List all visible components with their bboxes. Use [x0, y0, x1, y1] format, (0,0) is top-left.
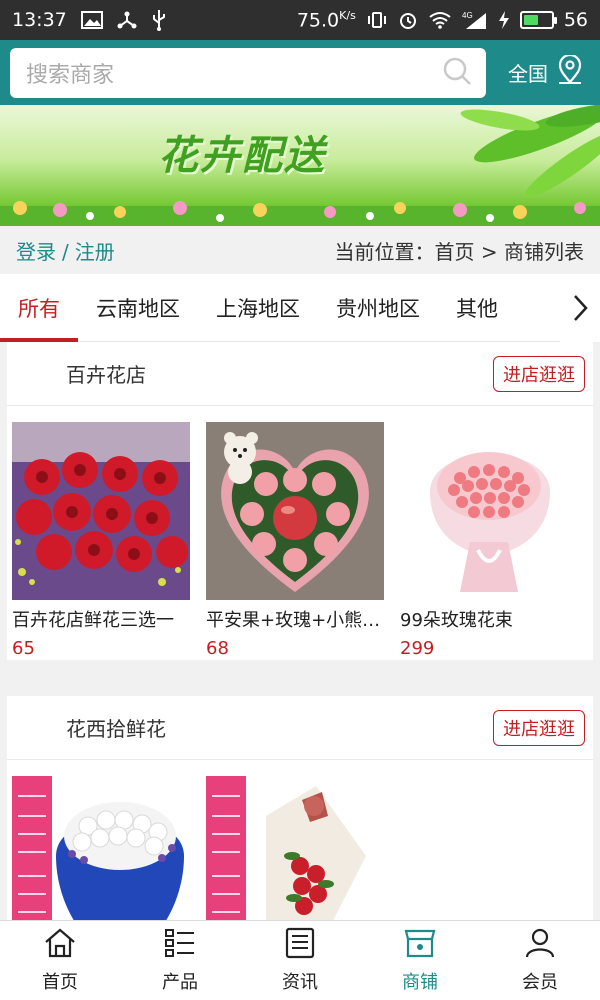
shop-card: 花西拾鲜花 进店逛逛	[7, 696, 593, 920]
product-image-red-roses[interactable]	[12, 422, 190, 600]
usb-icon	[151, 9, 167, 31]
battery-level: 56	[563, 8, 588, 31]
alarm-icon	[398, 10, 418, 30]
login-link[interactable]: 登录	[16, 240, 56, 264]
battery-icon	[519, 10, 557, 29]
region-selector[interactable]: 全国	[508, 53, 590, 90]
breadcrumb-row: 登录 / 注册 当前位置：首页 > 商铺列表	[0, 226, 600, 274]
tab-guizhou[interactable]: 贵州地区	[318, 274, 438, 342]
flowers-decoration	[0, 201, 600, 226]
shop-icon	[403, 927, 437, 964]
location-pin-icon	[556, 53, 584, 90]
bottom-nav: 首页 产品 资讯 商铺 会员	[0, 920, 600, 1000]
product-card[interactable]: 百卉花店鲜花三选一 65	[12, 422, 190, 659]
nav-member-label: 会员	[522, 972, 558, 993]
product-price: 65	[12, 638, 35, 659]
product-price: 299	[400, 638, 435, 659]
product-row: 百卉花店鲜花三选一 65 平安果+玫瑰+小熊… 68 99朵玫瑰花束 299	[7, 406, 593, 659]
product-name[interactable]: 平安果+玫瑰+小熊…	[206, 606, 384, 632]
clock: 13:37	[12, 9, 67, 31]
nav-products[interactable]: 产品	[120, 921, 240, 1000]
auth-separator: /	[62, 239, 69, 264]
nav-news-label: 资讯	[282, 972, 318, 993]
nav-products-label: 产品	[162, 972, 198, 993]
charging-icon	[498, 10, 510, 30]
nav-home-label: 首页	[42, 972, 78, 993]
product-name[interactable]: 99朵玫瑰花束	[400, 606, 578, 632]
chevron-right-icon[interactable]	[560, 274, 600, 342]
auth-links: 登录 / 注册	[16, 236, 115, 265]
shop-header: 百卉花店 进店逛逛	[7, 342, 593, 406]
product-image-boxed-roses[interactable]	[206, 776, 384, 920]
search-placeholder: 搜索商家	[26, 62, 115, 88]
banner-title: 花卉配送	[158, 132, 326, 179]
product-image-rose-bouquet[interactable]	[400, 422, 578, 600]
product-row	[7, 760, 593, 920]
visit-shop-button[interactable]: 进店逛逛	[493, 355, 585, 392]
user-icon	[523, 927, 557, 964]
news-icon	[283, 927, 317, 964]
product-image-white-roses[interactable]	[12, 776, 190, 920]
search-icon[interactable]	[442, 56, 472, 90]
product-image-heart-box[interactable]	[206, 422, 384, 600]
nav-member[interactable]: 会员	[480, 921, 600, 1000]
shop-list: 百卉花店 进店逛逛 百卉花店鲜花三选一 65 平安果+玫瑰+小熊… 68 99朵…	[0, 342, 600, 920]
share-icon	[117, 10, 137, 30]
nav-shops[interactable]: 商铺	[360, 921, 480, 1000]
product-card[interactable]: 99朵玫瑰花束 299	[400, 422, 578, 659]
tab-all[interactable]: 所有	[0, 274, 78, 342]
breadcrumb: 当前位置：首页 > 商铺列表	[334, 239, 584, 264]
network-speed: 75.0K/s	[296, 8, 356, 32]
search-input[interactable]: 搜索商家	[10, 47, 486, 98]
shop-name[interactable]: 百卉花店	[66, 359, 146, 388]
signal-icon: 4G	[462, 10, 488, 30]
nav-news[interactable]: 资讯	[240, 921, 360, 1000]
svg-text:4G: 4G	[462, 11, 473, 20]
product-card[interactable]	[206, 776, 384, 920]
shop-header: 花西拾鲜花 进店逛逛	[7, 696, 593, 760]
vibrate-icon	[366, 11, 388, 29]
home-icon	[43, 927, 77, 964]
wifi-icon	[428, 11, 452, 29]
status-bar: 13:37 75.0K/s 4G 56	[0, 0, 600, 40]
region-tabs: 所有 云南地区 上海地区 贵州地区 其他	[0, 274, 600, 342]
tab-other[interactable]: 其他	[438, 274, 516, 342]
nav-home[interactable]: 首页	[0, 921, 120, 1000]
visit-shop-button[interactable]: 进店逛逛	[493, 709, 585, 746]
region-label: 全国	[508, 62, 548, 86]
register-link[interactable]: 注册	[75, 240, 115, 264]
product-price: 68	[206, 638, 229, 659]
product-name[interactable]: 百卉花店鲜花三选一	[12, 606, 190, 632]
product-card[interactable]: 平安果+玫瑰+小熊… 68	[206, 422, 384, 659]
promo-banner[interactable]: 花卉配送	[0, 105, 600, 226]
product-card[interactable]	[12, 776, 190, 920]
app-header: 搜索商家 全国	[0, 40, 600, 105]
shop-card: 百卉花店 进店逛逛 百卉花店鲜花三选一 65 平安果+玫瑰+小熊… 68 99朵…	[7, 342, 593, 660]
list-icon	[163, 927, 197, 964]
image-icon	[80, 11, 103, 29]
tab-yunnan[interactable]: 云南地区	[78, 274, 198, 342]
tab-shanghai[interactable]: 上海地区	[198, 274, 318, 342]
battery-fill	[523, 14, 539, 25]
shop-name[interactable]: 花西拾鲜花	[66, 713, 166, 742]
nav-shops-label: 商铺	[402, 972, 438, 993]
